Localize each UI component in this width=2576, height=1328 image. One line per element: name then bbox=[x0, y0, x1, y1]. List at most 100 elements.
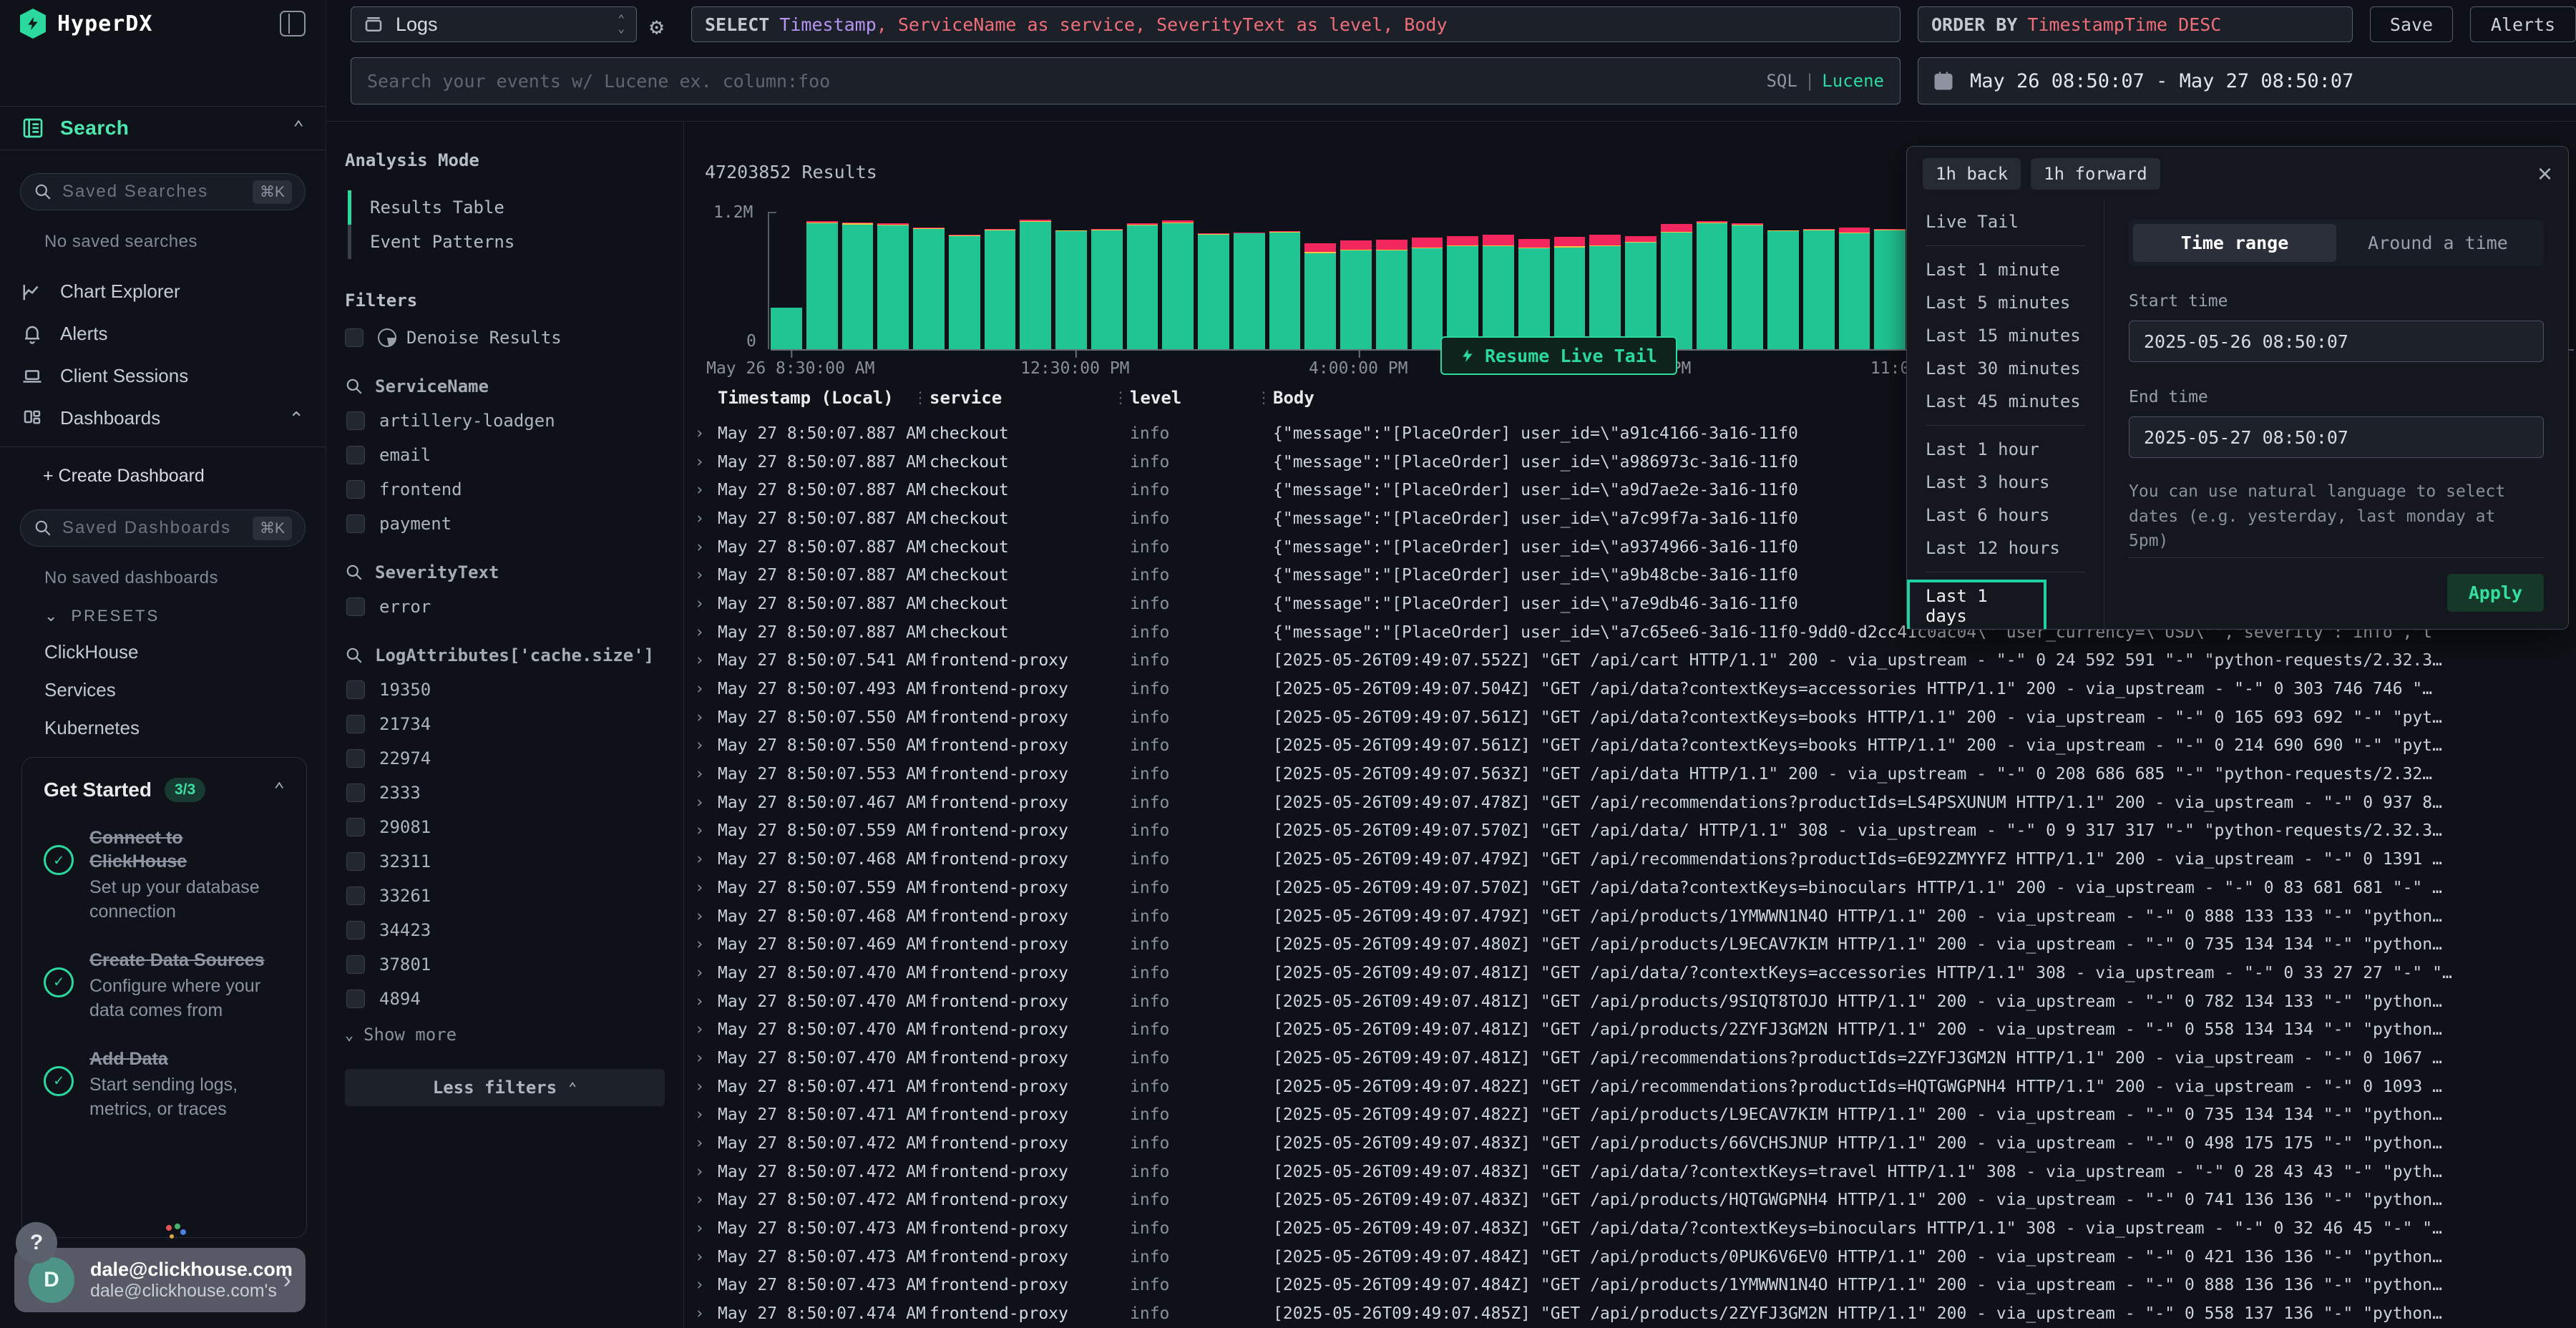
checkbox[interactable] bbox=[346, 480, 365, 499]
row-expand-chevron-icon[interactable]: › bbox=[695, 794, 704, 811]
table-row[interactable]: › May 27 8:50:07.541 AM frontend-proxy i… bbox=[685, 647, 2576, 675]
row-expand-chevron-icon[interactable]: › bbox=[695, 879, 704, 897]
row-expand-chevron-icon[interactable]: › bbox=[695, 567, 704, 585]
row-expand-chevron-icon[interactable]: › bbox=[695, 1135, 704, 1153]
checkbox[interactable] bbox=[346, 852, 365, 871]
lucene-mode-toggle[interactable]: Lucene bbox=[1822, 71, 1884, 91]
row-expand-chevron-icon[interactable]: › bbox=[695, 1248, 704, 1266]
sidebar-item-chart-explorer[interactable]: Chart Explorer bbox=[0, 270, 326, 313]
histogram-bar[interactable] bbox=[1376, 240, 1407, 349]
histogram-bar[interactable] bbox=[1234, 233, 1265, 349]
filter-option[interactable]: payment bbox=[346, 514, 665, 534]
row-expand-chevron-icon[interactable]: › bbox=[695, 766, 704, 783]
row-expand-chevron-icon[interactable]: › bbox=[695, 992, 704, 1010]
column-drag-handle[interactable]: ⋮ bbox=[1113, 389, 1128, 407]
filter-option[interactable]: 21734 bbox=[346, 714, 665, 734]
sql-mode-toggle[interactable]: SQL bbox=[1766, 71, 1797, 91]
column-drag-handle[interactable]: ⋮ bbox=[912, 389, 928, 407]
histogram-bar[interactable] bbox=[1055, 230, 1087, 349]
time-preset-last-12-hours[interactable]: Last 12 hours bbox=[1907, 532, 2104, 565]
chevron-up-icon[interactable]: ⌃ bbox=[293, 119, 304, 137]
time-preset-last-15-minutes[interactable]: Last 15 minutes bbox=[1907, 319, 2104, 352]
filter-option[interactable]: artillery-loadgen bbox=[346, 411, 665, 431]
histogram-bar[interactable] bbox=[913, 228, 945, 349]
col-level[interactable]: level bbox=[1130, 388, 1181, 408]
checkbox[interactable] bbox=[346, 514, 365, 533]
row-expand-chevron-icon[interactable]: › bbox=[695, 936, 704, 954]
table-row[interactable]: › May 27 8:50:07.472 AM frontend-proxy i… bbox=[685, 1129, 2576, 1158]
saved-searches-input[interactable]: Saved Searches ⌘K bbox=[20, 173, 306, 210]
histogram-bar[interactable] bbox=[1874, 229, 1906, 349]
histogram-bar[interactable] bbox=[1839, 228, 1870, 349]
order-by-input[interactable]: ORDER BY TimestampTime DESC bbox=[1918, 6, 2353, 42]
get-started-item[interactable]: ✓ Connect to ClickHouse Set up your data… bbox=[44, 826, 285, 924]
table-row[interactable]: › May 27 8:50:07.559 AM frontend-proxy i… bbox=[685, 874, 2576, 902]
row-expand-chevron-icon[interactable]: › bbox=[695, 1276, 704, 1294]
col-body[interactable]: Body bbox=[1273, 388, 1314, 408]
filter-option[interactable]: 33261 bbox=[346, 886, 665, 906]
row-expand-chevron-icon[interactable]: › bbox=[695, 623, 704, 641]
histogram-bar[interactable] bbox=[949, 235, 980, 349]
row-expand-chevron-icon[interactable]: › bbox=[695, 509, 704, 527]
histogram-bar[interactable] bbox=[1162, 220, 1194, 349]
table-row[interactable]: › May 27 8:50:07.553 AM frontend-proxy i… bbox=[685, 760, 2576, 788]
histogram-bar[interactable] bbox=[1625, 236, 1657, 349]
checkbox[interactable] bbox=[346, 783, 365, 802]
source-settings-gear-icon[interactable]: ⚙ bbox=[650, 13, 663, 40]
save-button[interactable]: Save bbox=[2370, 6, 2453, 42]
col-timestamp[interactable]: Timestamp (Local) bbox=[718, 388, 894, 408]
checkbox[interactable] bbox=[346, 446, 365, 464]
row-expand-chevron-icon[interactable]: › bbox=[695, 680, 704, 698]
show-more-button[interactable]: ⌄Show more bbox=[345, 1025, 665, 1045]
filter-option[interactable]: 37801 bbox=[346, 954, 665, 975]
row-expand-chevron-icon[interactable]: › bbox=[695, 1078, 704, 1095]
checkbox[interactable] bbox=[346, 680, 365, 699]
row-expand-chevron-icon[interactable]: › bbox=[695, 453, 704, 471]
table-row[interactable]: › May 27 8:50:07.472 AM frontend-proxy i… bbox=[685, 1186, 2576, 1215]
select-clause-input[interactable]: SELECT Timestamp , ServiceName as servic… bbox=[691, 6, 1901, 42]
histogram-bar[interactable] bbox=[1304, 243, 1336, 349]
end-time-input[interactable]: 2025-05-27 08:50:07 bbox=[2129, 416, 2544, 458]
histogram-bar[interactable] bbox=[1518, 239, 1550, 349]
row-expand-chevron-icon[interactable]: › bbox=[695, 482, 704, 499]
one-hour-back-button[interactable]: 1h back bbox=[1923, 158, 2021, 190]
table-row[interactable]: › May 27 8:50:07.471 AM frontend-proxy i… bbox=[685, 1073, 2576, 1101]
time-preset-last-1-days[interactable]: Last 1 days bbox=[1907, 580, 2046, 629]
histogram-bar[interactable] bbox=[842, 223, 874, 349]
checkbox[interactable] bbox=[346, 749, 365, 768]
time-preset-last-1-hour[interactable]: Last 1 hour bbox=[1907, 433, 2104, 466]
sidebar-item-search[interactable]: Search ⌃ bbox=[0, 106, 326, 150]
histogram-bar[interactable] bbox=[1269, 231, 1301, 349]
time-preset-last-30-minutes[interactable]: Last 30 minutes bbox=[1907, 352, 2104, 385]
search-icon[interactable] bbox=[345, 377, 364, 396]
filter-option[interactable]: email bbox=[346, 445, 665, 465]
time-preset-last-6-hours[interactable]: Last 6 hours bbox=[1907, 499, 2104, 532]
filter-option[interactable]: 19350 bbox=[346, 680, 665, 700]
saved-dashboards-input[interactable]: Saved Dashboards ⌘K bbox=[20, 509, 306, 547]
histogram-bar[interactable] bbox=[1661, 224, 1692, 349]
table-row[interactable]: › May 27 8:50:07.473 AM frontend-proxy i… bbox=[685, 1271, 2576, 1300]
time-preset-last-5-minutes[interactable]: Last 5 minutes bbox=[1907, 286, 2104, 319]
row-expand-chevron-icon[interactable]: › bbox=[695, 1163, 704, 1181]
row-expand-chevron-icon[interactable]: › bbox=[695, 1021, 704, 1039]
table-row[interactable]: › May 27 8:50:07.474 AM frontend-proxy i… bbox=[685, 1299, 2576, 1328]
table-row[interactable]: › May 27 8:50:07.469 AM frontend-proxy i… bbox=[685, 930, 2576, 959]
row-expand-chevron-icon[interactable]: › bbox=[695, 851, 704, 869]
histogram-bar[interactable] bbox=[1732, 223, 1763, 349]
alerts-button[interactable]: Alerts bbox=[2470, 6, 2576, 42]
row-expand-chevron-icon[interactable]: › bbox=[695, 822, 704, 840]
table-row[interactable]: › May 27 8:50:07.493 AM frontend-proxy i… bbox=[685, 675, 2576, 703]
histogram-bar[interactable] bbox=[771, 308, 802, 349]
histogram-bar[interactable] bbox=[1447, 236, 1478, 349]
sidebar-item-client-sessions[interactable]: Client Sessions bbox=[0, 355, 326, 397]
denoise-results-option[interactable]: Denoise Results bbox=[345, 328, 665, 348]
preset-link-kubernetes[interactable]: Kubernetes bbox=[44, 717, 326, 739]
presets-toggle[interactable]: ⌄ PRESETS bbox=[44, 607, 326, 625]
histogram-bar[interactable] bbox=[1198, 233, 1229, 349]
time-preset-last-1-minute[interactable]: Last 1 minute bbox=[1907, 253, 2104, 286]
search-input[interactable]: Search your events w/ Lucene ex. column:… bbox=[351, 57, 1901, 104]
histogram-bar[interactable] bbox=[1020, 220, 1051, 349]
row-expand-chevron-icon[interactable]: › bbox=[695, 1049, 704, 1067]
histogram-bar[interactable] bbox=[1412, 238, 1443, 349]
column-drag-handle[interactable]: ⋮ bbox=[1256, 389, 1272, 407]
